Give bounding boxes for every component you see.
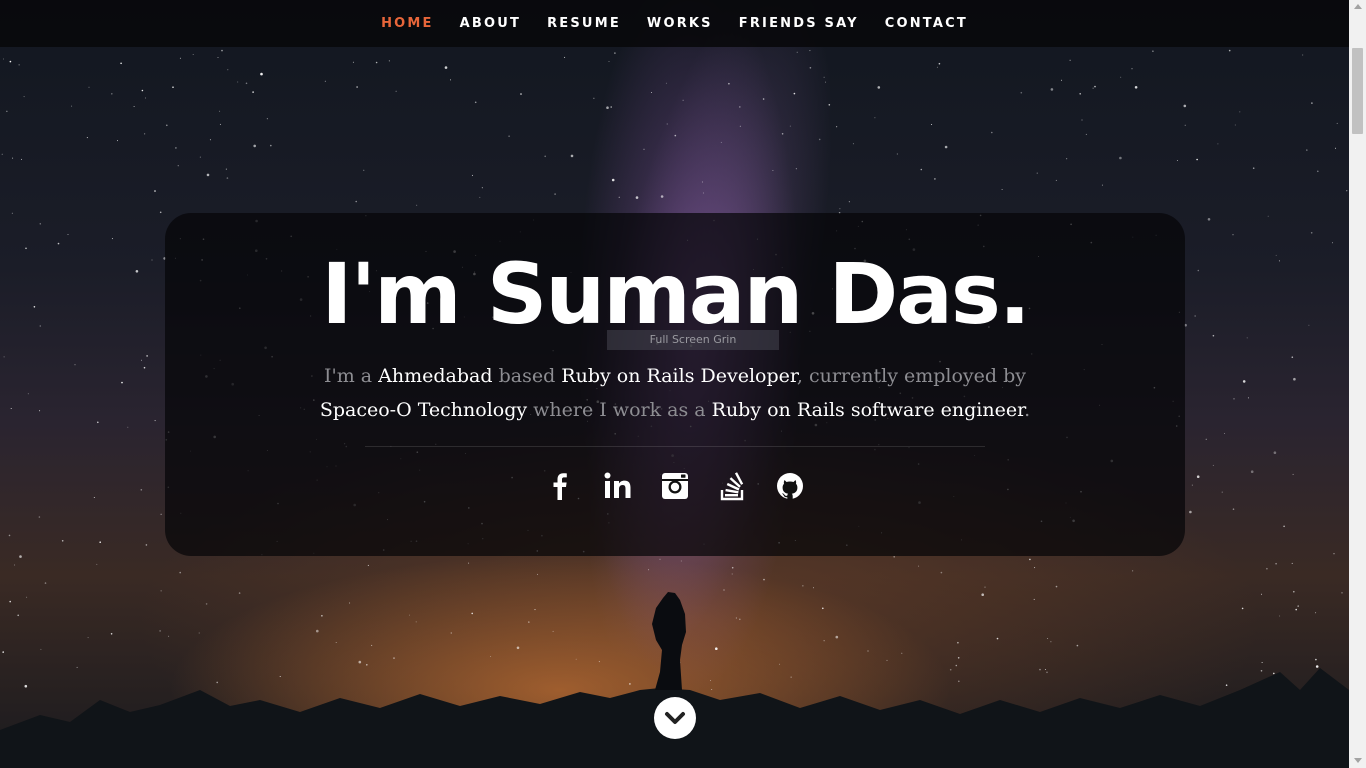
tooltip: Full Screen Grin: [607, 330, 779, 350]
intro-text: where I work as a: [527, 399, 712, 421]
page-scrollbar[interactable]: [1349, 0, 1366, 768]
divider: [365, 446, 985, 447]
nav-resume[interactable]: RESUME: [534, 0, 634, 47]
github-link[interactable]: [770, 466, 810, 506]
stackoverflow-icon: [720, 472, 743, 501]
github-icon: [777, 473, 803, 500]
intro-position: Ruby on Rails software engineer: [711, 399, 1025, 421]
nav-friends-say[interactable]: FRIENDS SAY: [726, 0, 872, 47]
nav-about[interactable]: ABOUT: [447, 0, 534, 47]
intro-text: based: [492, 365, 562, 387]
chevron-down-icon: [665, 712, 685, 724]
nav-home[interactable]: HOME: [368, 0, 447, 47]
scrollbar-thumb[interactable]: [1352, 48, 1363, 134]
intro-company: Spaceo-O Technology: [319, 399, 528, 421]
instagram-link[interactable]: [655, 466, 695, 506]
stackoverflow-link[interactable]: [713, 466, 753, 506]
facebook-link[interactable]: [540, 466, 580, 506]
hero-intro: I'm a Ahmedabad based Ruby on Rails Deve…: [300, 359, 1050, 427]
instagram-icon: [662, 473, 688, 499]
linkedin-icon: [604, 472, 630, 498]
social-links: [540, 466, 810, 506]
scroll-down-button[interactable]: [654, 697, 696, 739]
linkedin-link[interactable]: [598, 466, 638, 506]
main-nav: HOME ABOUT RESUME WORKS FRIENDS SAY CONT…: [0, 0, 1349, 47]
facebook-icon: [553, 473, 567, 500]
intro-city: Ahmedabad: [378, 365, 493, 387]
scroll-up-arrow-icon[interactable]: [1354, 4, 1362, 9]
scroll-down-arrow-icon[interactable]: [1354, 758, 1362, 763]
intro-role: Ruby on Rails Developer: [561, 365, 797, 387]
intro-text: I'm a: [324, 365, 379, 387]
intro-text: , currently employed by: [796, 365, 1026, 387]
nav-works[interactable]: WORKS: [634, 0, 726, 47]
nav-contact[interactable]: CONTACT: [872, 0, 981, 47]
top-navbar: HOME ABOUT RESUME WORKS FRIENDS SAY CONT…: [0, 0, 1349, 47]
intro-text: .: [1024, 399, 1031, 421]
hero-headline: I'm Suman Das.: [321, 245, 1031, 343]
